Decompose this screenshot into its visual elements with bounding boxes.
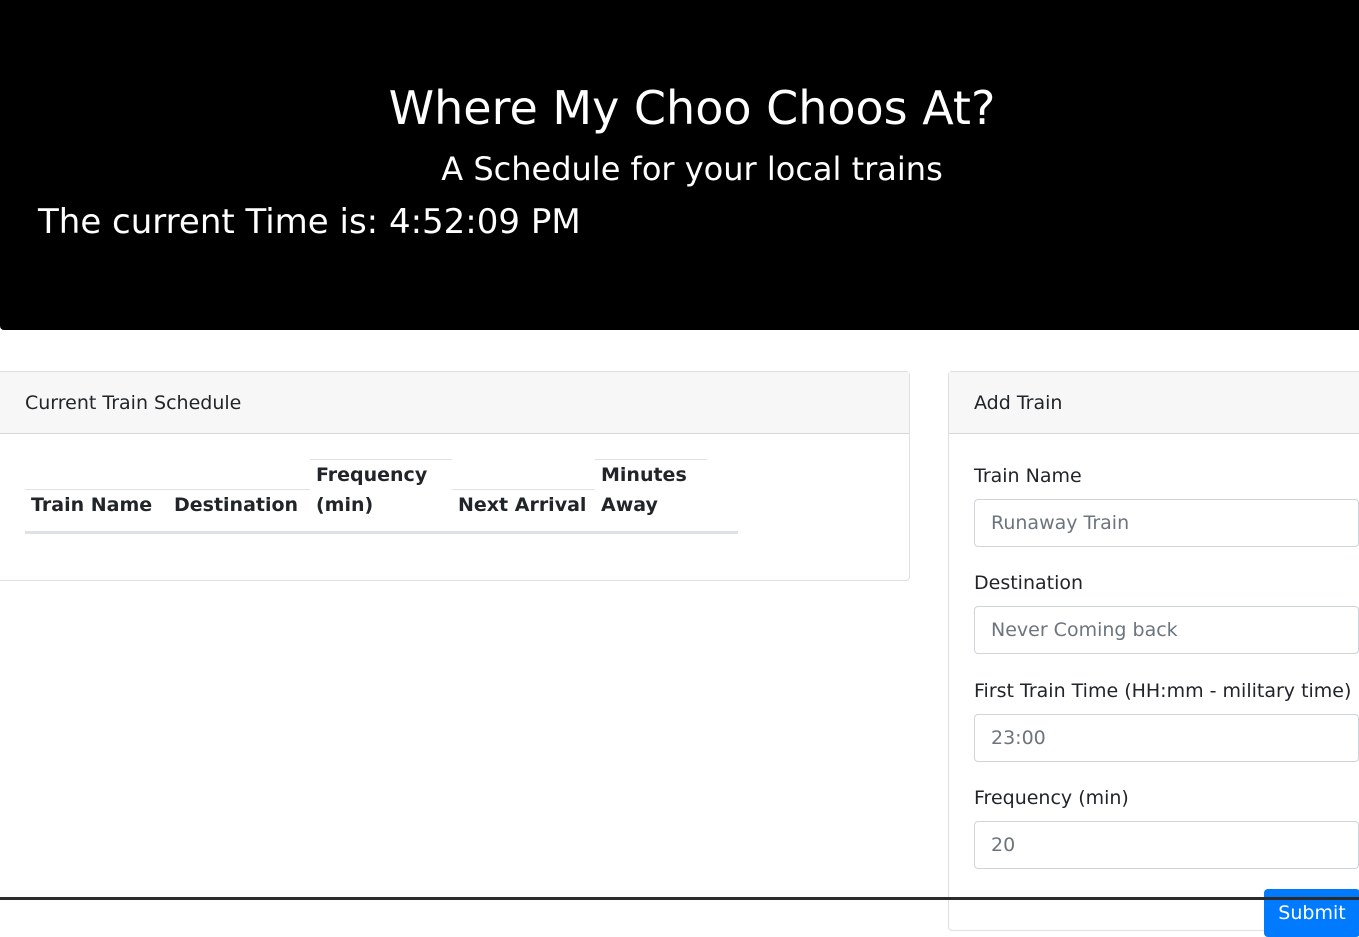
column-header-next-arrival: Next Arrival — [452, 489, 595, 520]
column-header-frequency: Frequency (min) — [310, 459, 452, 520]
frequency-input[interactable] — [974, 821, 1359, 869]
page-title: Where My Choo Choos At? — [388, 81, 996, 135]
frequency-label: Frequency (min) — [974, 787, 1129, 809]
train-name-input[interactable] — [974, 499, 1359, 547]
schedule-card: Current Train Schedule Train Name Destin… — [0, 371, 910, 581]
header-banner: Where My Choo Choos At? A Schedule for y… — [0, 0, 1359, 330]
schedule-table: Train Name Destination Frequency (min) N… — [25, 459, 738, 534]
column-header-destination: Destination — [168, 489, 310, 520]
add-train-card-header: Add Train — [949, 372, 1359, 434]
first-train-time-input[interactable] — [974, 714, 1359, 762]
first-train-time-label: First Train Time (HH:mm - military time) — [974, 680, 1352, 702]
column-header-minutes-away: Minutes Away — [595, 459, 707, 520]
add-train-card: Add Train Train Name Destination First T… — [948, 371, 1359, 937]
schedule-card-header: Current Train Schedule — [0, 372, 909, 434]
table-header-divider — [25, 531, 738, 534]
destination-input[interactable] — [974, 606, 1359, 654]
current-time-display: The current Time is: 4:52:09 PM — [38, 202, 581, 242]
column-header-train-name: Train Name — [25, 489, 168, 520]
train-name-label: Train Name — [974, 465, 1082, 487]
page-subtitle: A Schedule for your local trains — [441, 150, 943, 188]
destination-label: Destination — [974, 572, 1084, 594]
